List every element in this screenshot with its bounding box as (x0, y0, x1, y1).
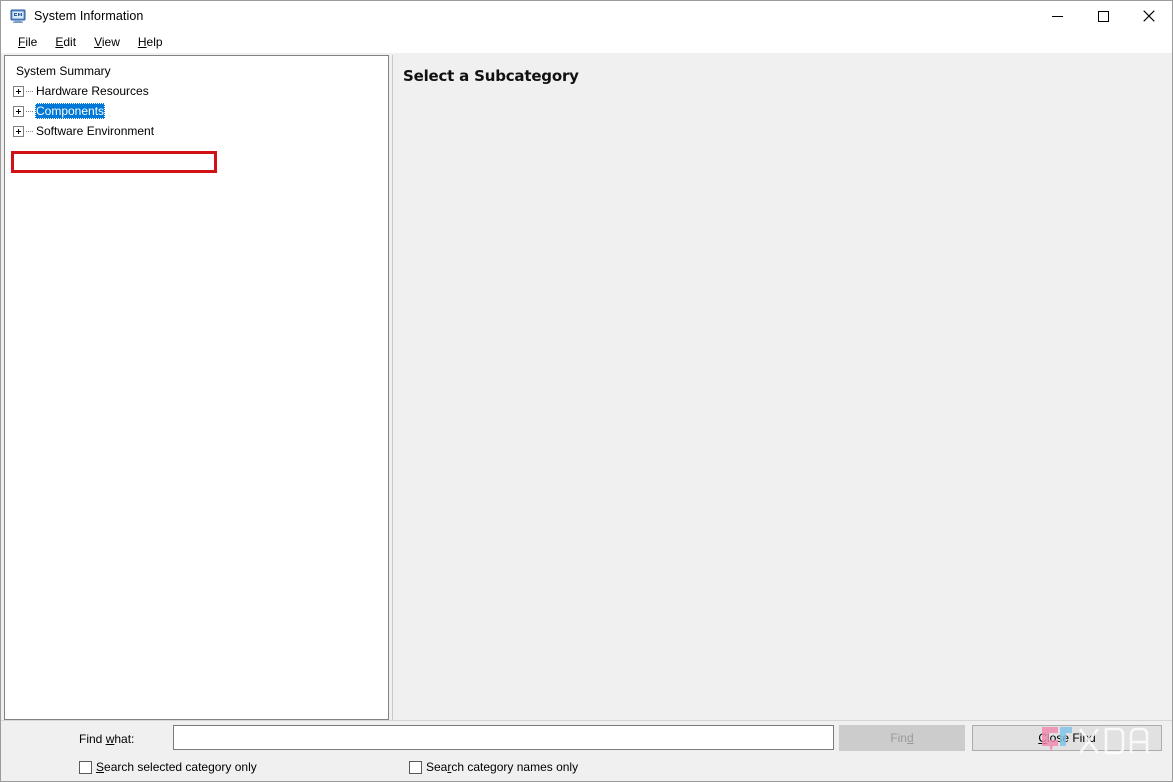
tree-item-software-environment[interactable]: Software Environment (5, 121, 388, 141)
tree-item-label: Software Environment (36, 124, 155, 138)
window-controls (1034, 1, 1172, 31)
category-tree-panel[interactable]: System Summary Hardware Resources Compon… (4, 55, 389, 720)
system-information-icon (10, 8, 26, 24)
detail-panel: Select a Subcategory (392, 55, 1170, 720)
close-find-button[interactable]: Close Find (972, 725, 1162, 751)
find-bar: Find what: Fin d Close Find Search select… (1, 720, 1172, 781)
expand-plus-icon[interactable] (13, 105, 24, 117)
expand-plus-icon[interactable] (13, 85, 24, 97)
tree-item-components[interactable]: Components (5, 101, 388, 121)
tree-connector-dots-icon (26, 90, 33, 92)
tree-item-system-summary[interactable]: System Summary (5, 61, 388, 81)
title-bar: System Information (1, 1, 1172, 31)
minimize-button[interactable] (1034, 1, 1080, 31)
search-category-names-only-checkbox-row[interactable]: Search category names only (409, 760, 578, 774)
detail-heading: Select a Subcategory (403, 67, 579, 85)
main-content: System Summary Hardware Resources Compon… (1, 53, 1172, 720)
search-selected-category-only-label: Search selected category only (96, 760, 257, 774)
find-button[interactable]: Fin d (839, 725, 965, 751)
find-what-label: Find what: (79, 732, 135, 746)
tree-connector-dots-icon (26, 130, 33, 132)
menu-item-view[interactable]: View (85, 33, 129, 51)
expand-plus-icon[interactable] (13, 125, 24, 137)
close-button[interactable] (1126, 1, 1172, 31)
menu-bar: File Edit View Help (1, 31, 1172, 53)
menu-item-help[interactable]: Help (129, 33, 172, 51)
tree-item-label: System Summary (16, 64, 111, 78)
menu-item-file[interactable]: File (9, 33, 46, 51)
window-title: System Information (34, 9, 144, 23)
tree-item-hardware-resources[interactable]: Hardware Resources (5, 81, 388, 101)
search-category-names-only-checkbox[interactable] (409, 760, 422, 774)
search-category-names-only-label: Search category names only (426, 760, 579, 774)
search-selected-category-only-checkbox-row[interactable]: Search selected category only (79, 760, 257, 774)
tree-item-label: Hardware Resources (36, 84, 149, 98)
tree-connector-dots-icon (26, 110, 33, 112)
search-selected-category-only-checkbox[interactable] (79, 760, 92, 774)
tree-item-label: Components (35, 103, 106, 119)
category-tree: System Summary Hardware Resources Compon… (5, 56, 388, 141)
system-information-window: System Information File Edit View Help S… (0, 0, 1173, 782)
annotation-highlight-box (11, 151, 217, 173)
maximize-button[interactable] (1080, 1, 1126, 31)
find-input[interactable] (173, 725, 834, 750)
menu-item-edit[interactable]: Edit (46, 33, 85, 51)
